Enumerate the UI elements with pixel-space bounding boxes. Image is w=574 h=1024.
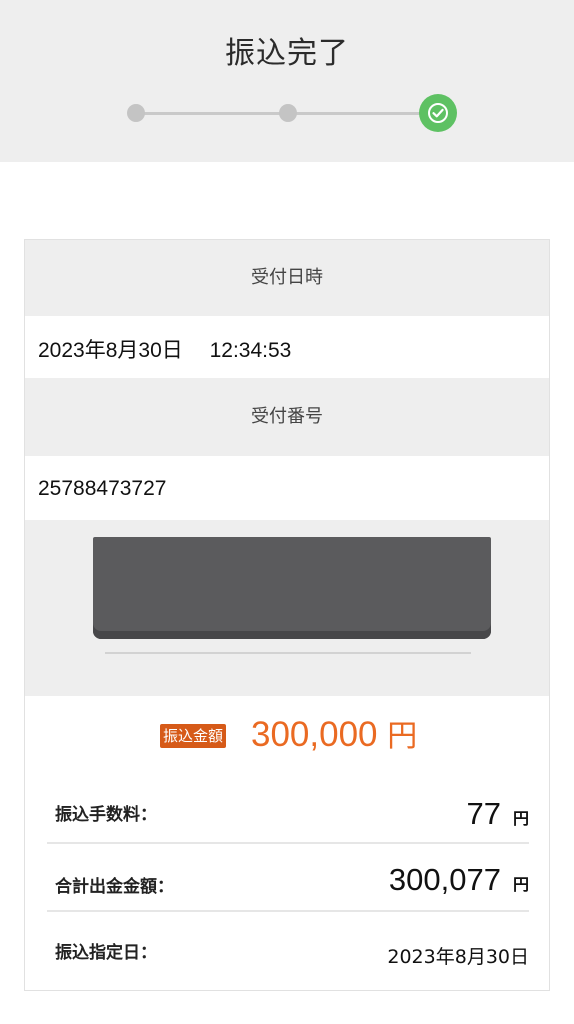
- receipt-number-value: 25788473727: [25, 456, 549, 518]
- step-1-indicator: [127, 104, 145, 122]
- transfer-amount-unit: 円: [387, 719, 418, 754]
- redacted-area: [25, 520, 549, 696]
- step-connector-1: [136, 112, 288, 115]
- step-connector-2: [288, 112, 438, 115]
- total-withdrawal-label: 合計出金金額：: [55, 877, 174, 897]
- transfer-fee-unit: 円: [512, 809, 529, 828]
- receipt-datetime-value: 2023年8月30日 12:34:53: [25, 316, 549, 378]
- progress-steps: [0, 90, 574, 136]
- transfer-amount-badge: 振込金額: [160, 724, 227, 748]
- receipt-datetime-label: 受付日時: [25, 240, 549, 316]
- transfer-date-text: 2023年8月30日: [387, 946, 529, 968]
- total-withdrawal-row: 合計出金金額： 300,077 円: [47, 844, 529, 912]
- check-circle-icon: [428, 103, 448, 123]
- total-withdrawal-unit: 円: [512, 875, 529, 894]
- transfer-fee-label: 振込手数料：: [55, 805, 157, 825]
- transfer-fee-number: 77: [466, 796, 501, 831]
- transfer-date-value: 2023年8月30日: [387, 942, 529, 969]
- divider: [105, 652, 471, 654]
- transfer-fee-value: 77 円: [467, 796, 530, 832]
- page-title: 振込完了: [225, 36, 349, 71]
- step-2-indicator: [279, 104, 297, 122]
- receipt-number-label: 受付番号: [25, 378, 549, 456]
- redaction-block: [93, 537, 491, 639]
- step-3-complete-icon: [419, 94, 457, 132]
- transfer-amount-number: 300,000: [251, 715, 378, 754]
- total-withdrawal-number: 300,077: [388, 862, 501, 897]
- transfer-amount-value: 300,000 円: [251, 710, 417, 762]
- header-bar: 振込完了: [0, 0, 574, 162]
- transfer-date-label: 振込指定日：: [55, 943, 157, 963]
- transfer-fee-row: 振込手数料： 77 円: [47, 786, 529, 844]
- transfer-amount-row: 振込金額 300,000 円: [25, 710, 549, 760]
- total-withdrawal-value: 300,077 円: [389, 862, 529, 898]
- transfer-date-row: 振込指定日： 2023年8月30日: [47, 912, 529, 982]
- receipt-card: 受付日時 2023年8月30日 12:34:53 受付番号 2578847372…: [24, 239, 550, 991]
